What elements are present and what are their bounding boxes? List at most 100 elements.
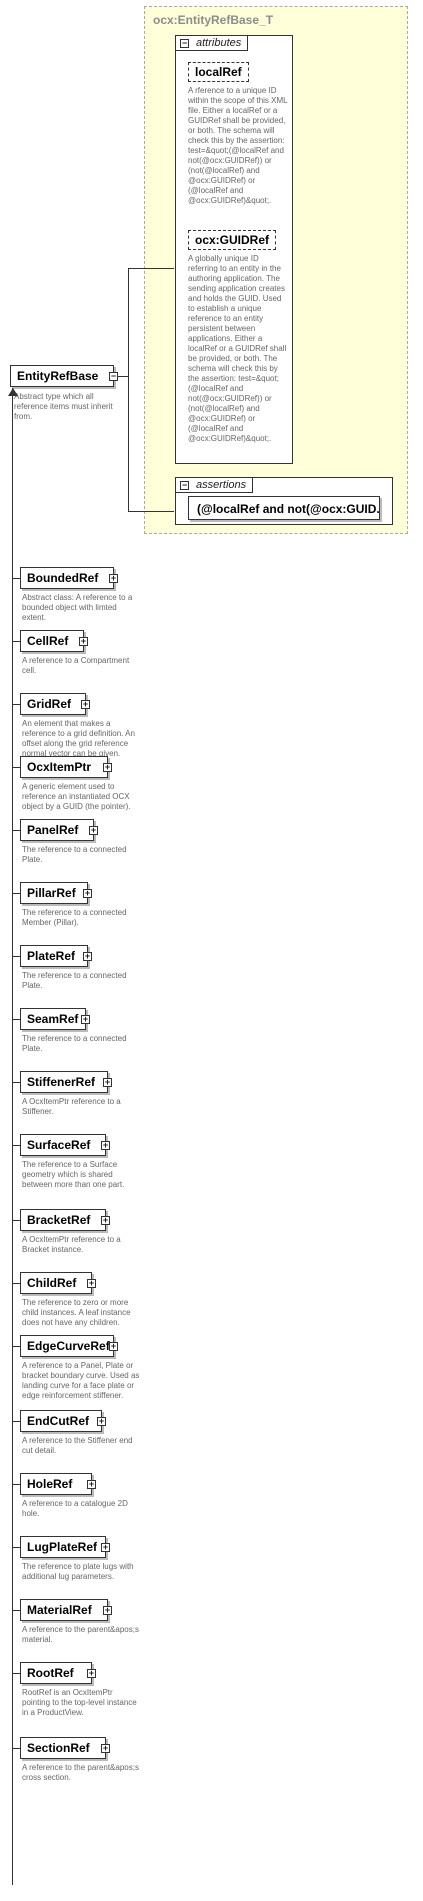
expand-icon[interactable]: + bbox=[101, 1141, 110, 1150]
collapse-icon[interactable]: − bbox=[109, 372, 118, 381]
expand-icon[interactable]: + bbox=[81, 700, 90, 709]
element-plateref[interactable]: PlateRef + bbox=[20, 945, 92, 967]
element-desc: A reference to a Compartment cell. bbox=[22, 656, 130, 675]
element-endcutref[interactable]: EndCutRef + bbox=[20, 1410, 106, 1432]
element-name: LugPlateRef bbox=[27, 1540, 98, 1554]
element-desc: A generic element used to reference an i… bbox=[22, 782, 131, 811]
element-name: SeamRef bbox=[27, 1012, 79, 1026]
element-bracketref[interactable]: BracketRef + bbox=[20, 1209, 110, 1231]
element-name: BracketRef bbox=[27, 1213, 91, 1227]
element-childref[interactable]: ChildRef + bbox=[20, 1272, 96, 1294]
element-edgecurveref[interactable]: EdgeCurveRef + bbox=[20, 1335, 118, 1357]
element-panelref[interactable]: PanelRef + bbox=[20, 819, 98, 841]
attribute-guidref[interactable]: ocx:GUIDRef bbox=[188, 230, 277, 250]
element-materialref[interactable]: MaterialRef + bbox=[20, 1599, 112, 1621]
assertions-tab[interactable]: − assertions bbox=[175, 477, 254, 493]
connector-line bbox=[12, 1673, 20, 1674]
connector-line bbox=[12, 1547, 20, 1548]
element-name: HoleRef bbox=[27, 1477, 73, 1491]
element-surfaceref[interactable]: SurfaceRef + bbox=[20, 1134, 110, 1156]
element-desc: A reference to the parent&apos;s materia… bbox=[22, 1625, 139, 1644]
collapse-icon[interactable]: − bbox=[180, 481, 189, 490]
element-desc: The reference to zero or more child inst… bbox=[22, 1298, 131, 1327]
element-desc: The reference to a connected Plate. bbox=[22, 971, 127, 990]
expand-icon[interactable]: + bbox=[103, 1078, 112, 1087]
element-name: EdgeCurveRef bbox=[27, 1339, 110, 1353]
expand-icon[interactable]: + bbox=[87, 1669, 96, 1678]
element-ocxitemptr[interactable]: OcxItemPtr + bbox=[20, 756, 112, 778]
connector-line bbox=[12, 893, 20, 894]
element-gridref[interactable]: GridRef + bbox=[20, 693, 90, 715]
expand-icon[interactable]: + bbox=[79, 637, 88, 646]
expand-icon[interactable]: + bbox=[87, 1480, 96, 1489]
element-desc: A OcxItemPtr reference to a Bracket inst… bbox=[22, 1235, 121, 1254]
element-holeref[interactable]: HoleRef + bbox=[20, 1473, 96, 1495]
element-desc: The reference to a connected Member (Pil… bbox=[22, 908, 127, 927]
element-name: EndCutRef bbox=[27, 1414, 89, 1428]
expand-icon[interactable]: + bbox=[103, 763, 112, 772]
connector-line bbox=[12, 704, 20, 705]
attributes-group: − attributes localRef A rference to a un… bbox=[175, 35, 293, 464]
connector-line bbox=[128, 511, 174, 512]
attributes-tab[interactable]: − attributes bbox=[175, 35, 249, 51]
expand-icon[interactable]: + bbox=[101, 1543, 110, 1552]
element-name: GridRef bbox=[27, 697, 72, 711]
element-pillarref[interactable]: PillarRef + bbox=[20, 882, 92, 904]
expand-icon[interactable]: + bbox=[101, 1744, 110, 1753]
attribute-desc: A rference to a unique ID within the sco… bbox=[188, 86, 288, 205]
root-desc: Abstract type which all reference items … bbox=[14, 392, 113, 421]
connector-line bbox=[12, 1145, 20, 1146]
expand-icon[interactable]: + bbox=[109, 574, 118, 583]
element-name: PlateRef bbox=[27, 949, 76, 963]
element-sectionref[interactable]: SectionRef + bbox=[20, 1737, 110, 1759]
connector-line bbox=[12, 1220, 20, 1221]
assertion-item[interactable]: (@localRef and not(@ocx:GUID... bbox=[188, 496, 380, 520]
element-name: StiffenerRef bbox=[27, 1075, 96, 1089]
element-name: PillarRef bbox=[27, 886, 76, 900]
expand-icon[interactable]: + bbox=[101, 1216, 110, 1225]
element-name: BoundedRef bbox=[27, 571, 99, 585]
expand-icon[interactable]: + bbox=[83, 889, 92, 898]
attribute-desc: A globally unique ID referring to an ent… bbox=[188, 254, 287, 443]
expand-icon[interactable]: + bbox=[97, 1417, 106, 1426]
type-title: ocx:EntityRefBase_T bbox=[153, 13, 274, 27]
element-lugplateref[interactable]: LugPlateRef + bbox=[20, 1536, 110, 1558]
element-desc: The reference to a connected Plate. bbox=[22, 1034, 127, 1053]
element-name: SurfaceRef bbox=[27, 1138, 91, 1152]
element-name: SectionRef bbox=[27, 1741, 90, 1755]
connector-line bbox=[12, 956, 20, 957]
expand-icon[interactable]: + bbox=[89, 826, 98, 835]
expand-icon[interactable]: + bbox=[83, 952, 92, 961]
collapse-icon[interactable]: − bbox=[180, 39, 189, 48]
element-cellref[interactable]: CellRef + bbox=[20, 630, 88, 652]
connector-line bbox=[128, 268, 174, 269]
element-desc: A reference to the parent&apos;s cross s… bbox=[22, 1763, 139, 1782]
element-desc: A reference to a catalogue 2D hole. bbox=[22, 1499, 128, 1518]
connector-line bbox=[12, 1283, 20, 1284]
connector-line bbox=[12, 830, 20, 831]
root-element[interactable]: EntityRefBase − bbox=[10, 365, 118, 387]
connector-line bbox=[12, 1082, 20, 1083]
element-name: MaterialRef bbox=[27, 1603, 92, 1617]
connector-line bbox=[12, 1610, 20, 1611]
connector-line bbox=[12, 641, 20, 642]
type-container: ocx:EntityRefBase_T − attributes localRe… bbox=[144, 6, 408, 534]
element-seamref[interactable]: SeamRef + bbox=[20, 1008, 90, 1030]
element-name: OcxItemPtr bbox=[27, 760, 92, 774]
inheritance-arrow-icon bbox=[8, 388, 18, 396]
element-desc: The reference to plate lugs with additio… bbox=[22, 1562, 134, 1581]
expand-icon[interactable]: + bbox=[87, 1279, 96, 1288]
element-stiffenerref[interactable]: StiffenerRef + bbox=[20, 1071, 112, 1093]
element-desc: An element that makes a reference to a g… bbox=[22, 719, 135, 758]
attribute-localref[interactable]: localRef bbox=[188, 62, 249, 82]
connector-line bbox=[12, 1421, 20, 1422]
element-desc: Abstract class: A reference to a bounded… bbox=[22, 593, 133, 622]
expand-icon[interactable]: + bbox=[103, 1606, 112, 1615]
element-boundedref[interactable]: BoundedRef + bbox=[20, 567, 118, 589]
element-rootref[interactable]: RootRef + bbox=[20, 1662, 96, 1684]
expand-icon[interactable]: + bbox=[109, 1342, 118, 1351]
expand-icon[interactable]: + bbox=[81, 1015, 90, 1024]
element-desc: RootRef is an OcxItemPtr pointing to the… bbox=[22, 1688, 137, 1717]
connector-line bbox=[12, 1019, 20, 1020]
element-desc: The reference to a connected Plate. bbox=[22, 845, 127, 864]
